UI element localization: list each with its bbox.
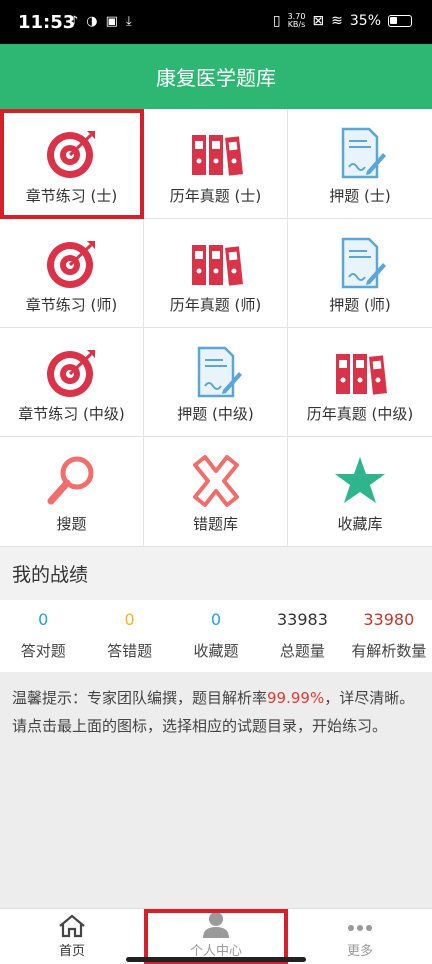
grid-item-label: 错题库 bbox=[192, 515, 238, 533]
notification-icons: ♪ ◑ ▣ ⤓ bbox=[70, 14, 132, 29]
stat-label: 收藏题 bbox=[193, 642, 239, 660]
grid-item-past-exams-intermediate[interactable]: 历年真题 (中级) bbox=[288, 328, 432, 437]
stat-value: 33983 bbox=[276, 610, 328, 629]
stat-favorited: 0 收藏题 bbox=[173, 600, 259, 672]
grid-item-label: 收藏库 bbox=[337, 515, 383, 533]
stat-value: 33980 bbox=[363, 610, 415, 629]
grid-item-label: 章节练习 (士) bbox=[25, 187, 118, 205]
target-icon bbox=[46, 241, 95, 288]
grid-item-label: 历年真题 (士) bbox=[169, 187, 262, 205]
tiktok-icon: ♪ bbox=[70, 14, 79, 29]
grid-item-label: 历年真题 (中级) bbox=[306, 405, 414, 423]
stat-total: 33983 总题量 bbox=[259, 600, 345, 672]
document-pen-icon bbox=[197, 346, 242, 398]
grid-item-label: 历年真题 (师) bbox=[169, 296, 262, 314]
download-icon: ⤓ bbox=[125, 14, 132, 29]
speed-unit: KB/s bbox=[287, 20, 306, 29]
tip-line-1: 温馨提示：专家团队编撰，题目解析率99.99%，详尽清晰。 bbox=[12, 684, 422, 712]
cross-icon bbox=[192, 455, 239, 507]
bottom-nav: 首页 个人中心 更多 bbox=[0, 908, 432, 964]
battery-percent: 35% bbox=[349, 13, 381, 29]
sim-icon: ⊠ bbox=[312, 13, 325, 29]
nav-label: 首页 bbox=[58, 944, 85, 959]
document-pen-icon bbox=[341, 237, 386, 289]
stat-label: 答错题 bbox=[107, 642, 153, 660]
stat-value: 0 bbox=[124, 610, 135, 629]
more-icon bbox=[348, 925, 372, 931]
nav-home[interactable]: 首页 bbox=[0, 909, 144, 964]
network-speed: 3.70 KB/s bbox=[288, 13, 306, 29]
stat-value: 0 bbox=[210, 610, 222, 629]
stat-value: 0 bbox=[38, 610, 49, 629]
stat-with-analysis: 33980 有解析数量 bbox=[346, 600, 432, 672]
grid-item-predict-shi2[interactable]: 押题 (师) bbox=[288, 219, 432, 328]
home-icon bbox=[59, 914, 85, 938]
status-time: 11:53 bbox=[18, 12, 76, 33]
grid-item-label: 章节练习 (师) bbox=[25, 296, 118, 314]
grid-item-label: 押题 (中级) bbox=[177, 405, 254, 423]
status-bar: 11:53 ♪ ◑ ▣ ⤓ ▯ 3.70 KB/s ⊠ ≋ 35% bbox=[0, 0, 432, 44]
grid-item-chapter-practice-intermediate[interactable]: 章节练习 (中级) bbox=[0, 328, 144, 437]
grid-item-label: 押题 (师) bbox=[329, 296, 391, 314]
app-header: 康复医学题库 bbox=[0, 44, 432, 109]
grid-item-label: 章节练习 (中级) bbox=[18, 405, 125, 423]
grid-item-predict-shi[interactable]: 押题 (士) bbox=[288, 109, 432, 219]
stat-correct: 0 答对题 bbox=[0, 600, 86, 672]
nav-more[interactable]: 更多 bbox=[288, 909, 432, 964]
target-icon bbox=[46, 350, 95, 397]
page-title: 康复医学题库 bbox=[156, 66, 276, 90]
document-pen-icon bbox=[341, 127, 386, 179]
grid-item-past-exams-shi[interactable]: 历年真题 (士) bbox=[144, 109, 288, 219]
stats-panel: 0 答对题 0 答错题 0 收藏题 33983 总题量 33980 有解析数量 bbox=[0, 600, 432, 672]
stat-label: 有解析数量 bbox=[351, 642, 427, 660]
grid-item-chapter-practice-shi[interactable]: 章节练习 (士) bbox=[0, 109, 144, 219]
tip-prefix: 温馨提示：专家团队编撰，题目解析率 bbox=[12, 689, 268, 707]
grid-item-wrong-questions[interactable]: 错题库 bbox=[144, 437, 288, 547]
tips-text: 温馨提示：专家团队编撰，题目解析率99.99%，详尽清晰。 请点击最上面的图标，… bbox=[0, 672, 432, 908]
grid-item-chapter-practice-shi2[interactable]: 章节练习 (师) bbox=[0, 219, 144, 328]
wifi-icon: ≋ bbox=[331, 13, 343, 29]
search-icon bbox=[47, 456, 93, 505]
grid-item-search[interactable]: 搜题 bbox=[0, 437, 144, 547]
grid-item-past-exams-shi2[interactable]: 历年真题 (师) bbox=[144, 219, 288, 328]
binders-icon bbox=[191, 245, 243, 286]
grid-item-label: 押题 (士) bbox=[329, 187, 391, 205]
tip-suffix: ，详尽清晰。 bbox=[324, 689, 415, 707]
home-indicator[interactable] bbox=[126, 957, 306, 962]
target-icon bbox=[46, 131, 95, 178]
user-icon bbox=[203, 912, 229, 938]
app-icon: ◑ bbox=[86, 14, 98, 29]
analysis-rate: 99.99% bbox=[267, 689, 325, 707]
stat-label: 总题量 bbox=[279, 642, 325, 660]
nav-label: 更多 bbox=[346, 944, 373, 959]
nav-personal-center[interactable]: 个人中心 bbox=[144, 909, 288, 964]
star-icon bbox=[335, 457, 385, 503]
stat-wrong: 0 答错题 bbox=[86, 600, 172, 672]
vibrate-icon: ▯ bbox=[272, 13, 281, 29]
grid-item-predict-intermediate[interactable]: 押题 (中级) bbox=[144, 328, 288, 437]
shield-icon: ▣ bbox=[105, 14, 118, 29]
tip-line-2: 请点击最上面的图标，选择相应的试题目录，开始练习。 bbox=[12, 717, 388, 735]
stats-title: 我的战绩 bbox=[0, 547, 432, 600]
stat-label: 答对题 bbox=[20, 642, 66, 660]
grid-item-favorites[interactable]: 收藏库 bbox=[288, 437, 432, 547]
grid-item-label: 搜题 bbox=[56, 515, 87, 533]
binders-icon bbox=[336, 354, 387, 395]
binders-icon bbox=[191, 135, 243, 176]
function-grid: 章节练习 (士) 历年真题 (士) 押题 (士) 章节练习 (师) 历年真题 (… bbox=[0, 109, 432, 547]
battery-icon bbox=[388, 15, 412, 27]
status-right: ▯ 3.70 KB/s ⊠ ≋ 35% bbox=[273, 13, 412, 29]
